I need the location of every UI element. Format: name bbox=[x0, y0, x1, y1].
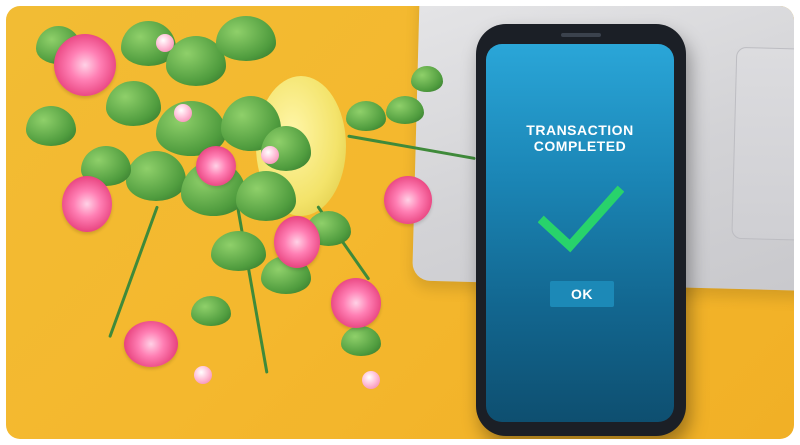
ok-button[interactable]: OK bbox=[550, 281, 614, 307]
flower-bud bbox=[362, 371, 380, 389]
pink-flower bbox=[331, 278, 381, 328]
plant-leaf bbox=[106, 81, 161, 126]
plant-leaf bbox=[211, 231, 266, 271]
pink-flower bbox=[124, 321, 178, 367]
plant-leaf bbox=[346, 101, 386, 131]
photo-frame: TRANSACTION COMPLETED OK bbox=[6, 6, 794, 439]
pink-flower bbox=[196, 146, 236, 186]
pink-flower bbox=[54, 34, 116, 96]
flower-bud bbox=[174, 104, 192, 122]
plant-stem bbox=[108, 205, 159, 339]
plant-leaf bbox=[126, 151, 186, 201]
smartphone: TRANSACTION COMPLETED OK bbox=[476, 24, 686, 436]
pink-flower bbox=[384, 176, 432, 224]
plant-leaf bbox=[386, 96, 424, 124]
transaction-status-title: TRANSACTION COMPLETED bbox=[526, 122, 634, 154]
pink-flower bbox=[274, 216, 320, 268]
phone-speaker bbox=[561, 33, 601, 37]
plant-leaf bbox=[216, 16, 276, 61]
phone-screen: TRANSACTION COMPLETED OK bbox=[486, 44, 674, 422]
flower-bud bbox=[194, 366, 212, 384]
plant-leaf bbox=[411, 66, 443, 92]
flower-bud bbox=[261, 146, 279, 164]
plant-leaf bbox=[26, 106, 76, 146]
laptop-trackpad bbox=[731, 46, 794, 242]
checkmark-icon bbox=[538, 185, 624, 253]
plant-leaf bbox=[341, 326, 381, 356]
plant-leaf bbox=[191, 296, 231, 326]
flower-bud bbox=[156, 34, 174, 52]
pink-flower bbox=[62, 176, 112, 232]
